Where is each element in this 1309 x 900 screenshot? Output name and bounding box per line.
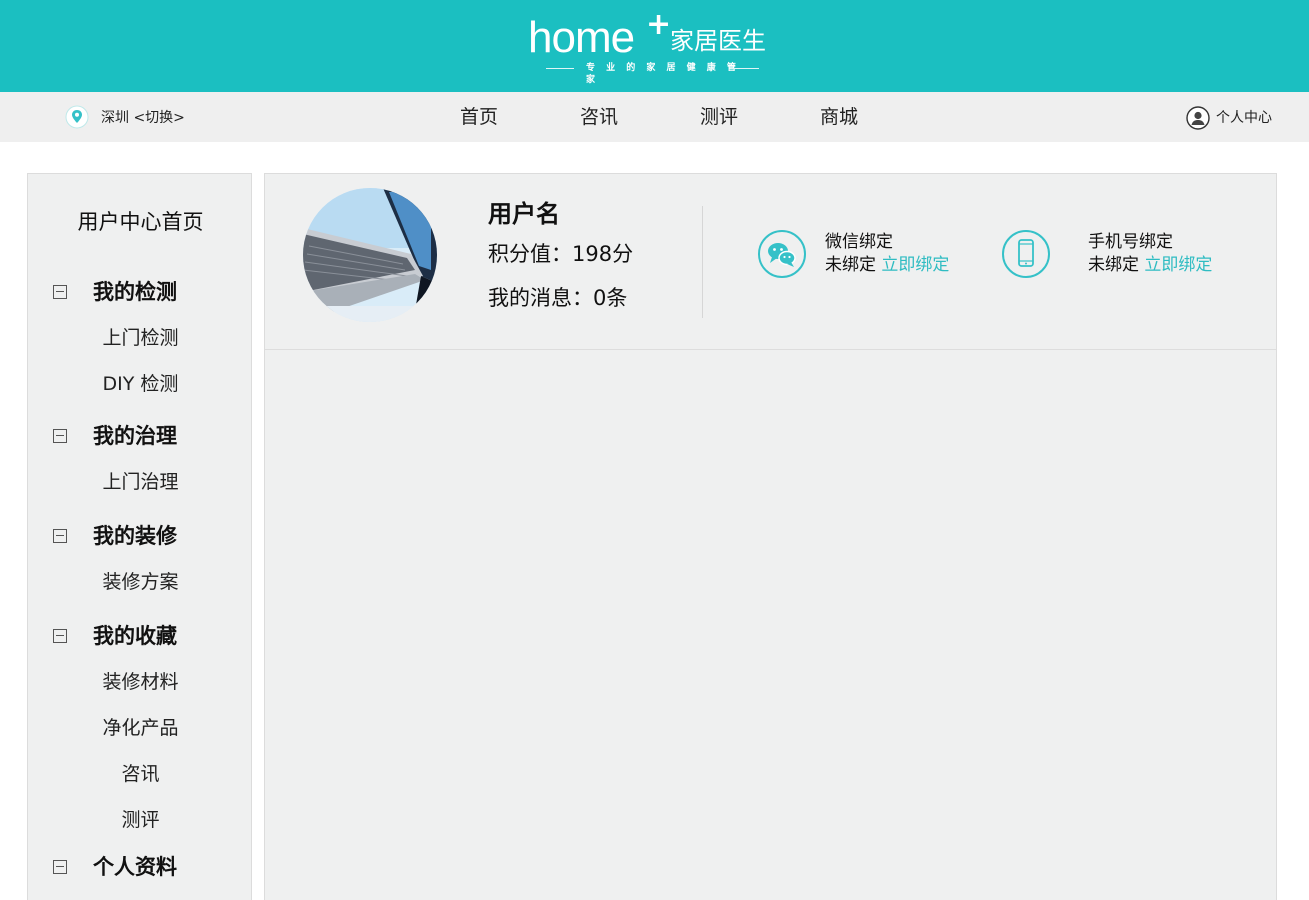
profile-section-divider (265, 349, 1276, 350)
phone-bind-now-link[interactable]: 立即绑定 (1144, 255, 1212, 275)
wechat-bind-state: 未绑定 (825, 255, 876, 275)
sidebar-home-link[interactable]: 用户中心首页 (28, 208, 253, 236)
slogan-right-line (731, 68, 759, 69)
sidebar-item-onsite-detection[interactable]: 上门检测 (28, 325, 253, 351)
slogan-left-line (546, 68, 574, 69)
collapse-icon[interactable] (53, 860, 67, 874)
location-pin-icon[interactable] (65, 105, 89, 129)
sidebar-section-treatment[interactable]: 我的治理 (28, 421, 253, 451)
site-logo[interactable]: home + 家居医生 专 业 的 家 居 健 康 管 家 (528, 7, 788, 86)
nav-home[interactable]: 首页 (460, 105, 498, 129)
slogan-text: 专 业 的 家 居 健 康 管 家 (586, 63, 740, 85)
logo-plus-icon: + (646, 7, 672, 42)
sidebar-section-detection[interactable]: 我的检测 (28, 277, 253, 307)
nav-bar: 深圳 <切换> 首页 咨讯 测评 商城 个人中心 (0, 92, 1309, 142)
wechat-bind-status: 未绑定 立即绑定 (825, 254, 949, 276)
sidebar-section-label: 我的装修 (93, 524, 177, 548)
sidebar-section-label: 我的收藏 (93, 624, 177, 648)
logo-home-text: home (528, 13, 635, 62)
user-center-link[interactable]: 个人中心 (1216, 109, 1272, 127)
main-panel: 用户名 积分值：198分 我的消息：0条 微信绑定 未绑定 立即绑定 手机号绑定… (264, 173, 1277, 900)
nav-reviews[interactable]: 测评 (700, 105, 738, 129)
sidebar-item-reviews[interactable]: 测评 (28, 807, 253, 833)
phone-icon (1002, 230, 1050, 278)
profile-vertical-divider (702, 206, 703, 318)
phone-bind-title: 手机号绑定 (1088, 232, 1173, 252)
collapse-icon[interactable] (53, 429, 67, 443)
sidebar-section-label: 我的治理 (93, 424, 177, 448)
wechat-bind-now-link[interactable]: 立即绑定 (881, 255, 949, 275)
sidebar-item-onsite-treatment[interactable]: 上门治理 (28, 469, 253, 495)
top-banner: home + 家居医生 专 业 的 家 居 健 康 管 家 (0, 0, 1309, 92)
sidebar-section-label: 我的检测 (93, 280, 177, 304)
points-value: 积分值：198分 (488, 242, 634, 266)
sidebar-section-profile[interactable]: 个人资料 (28, 852, 253, 882)
sidebar-section-label: 个人资料 (93, 855, 177, 879)
logo-slogan: 专 业 的 家 居 健 康 管 家 (546, 62, 759, 85)
city-name: 深圳 (101, 110, 129, 126)
sidebar-item-decoration-plan[interactable]: 装修方案 (28, 569, 253, 595)
sidebar-item-news[interactable]: 咨讯 (28, 761, 253, 787)
user-avatar-icon[interactable] (1186, 106, 1210, 130)
wechat-icon (758, 230, 806, 278)
city-switch-link[interactable]: <切换> (133, 110, 184, 126)
collapse-icon[interactable] (53, 529, 67, 543)
username: 用户名 (488, 200, 560, 228)
messages-count[interactable]: 我的消息：0条 (488, 284, 627, 312)
sidebar-section-favorites[interactable]: 我的收藏 (28, 621, 253, 651)
sidebar-item-decoration-materials[interactable]: 装修材料 (28, 669, 253, 695)
nav-news[interactable]: 咨讯 (580, 105, 618, 129)
user-avatar-image[interactable] (303, 188, 437, 322)
wechat-bind-title: 微信绑定 (825, 232, 893, 252)
sidebar-item-purification-products[interactable]: 净化产品 (28, 715, 253, 741)
phone-bind-state: 未绑定 (1088, 255, 1139, 275)
collapse-icon[interactable] (53, 629, 67, 643)
nav-shop[interactable]: 商城 (820, 105, 858, 129)
sidebar-item-diy-detection[interactable]: DIY 检测 (28, 371, 253, 397)
city-selector[interactable]: 深圳 <切换> (101, 109, 185, 127)
user-center-sidebar: 用户中心首页 我的检测 上门检测 DIY 检测 我的治理 上门治理 我的装修 装… (27, 173, 252, 900)
phone-bind-status: 未绑定 立即绑定 (1088, 254, 1212, 276)
logo-chinese-text: 家居医生 (670, 27, 766, 55)
sidebar-section-decoration[interactable]: 我的装修 (28, 521, 253, 551)
collapse-icon[interactable] (53, 285, 67, 299)
